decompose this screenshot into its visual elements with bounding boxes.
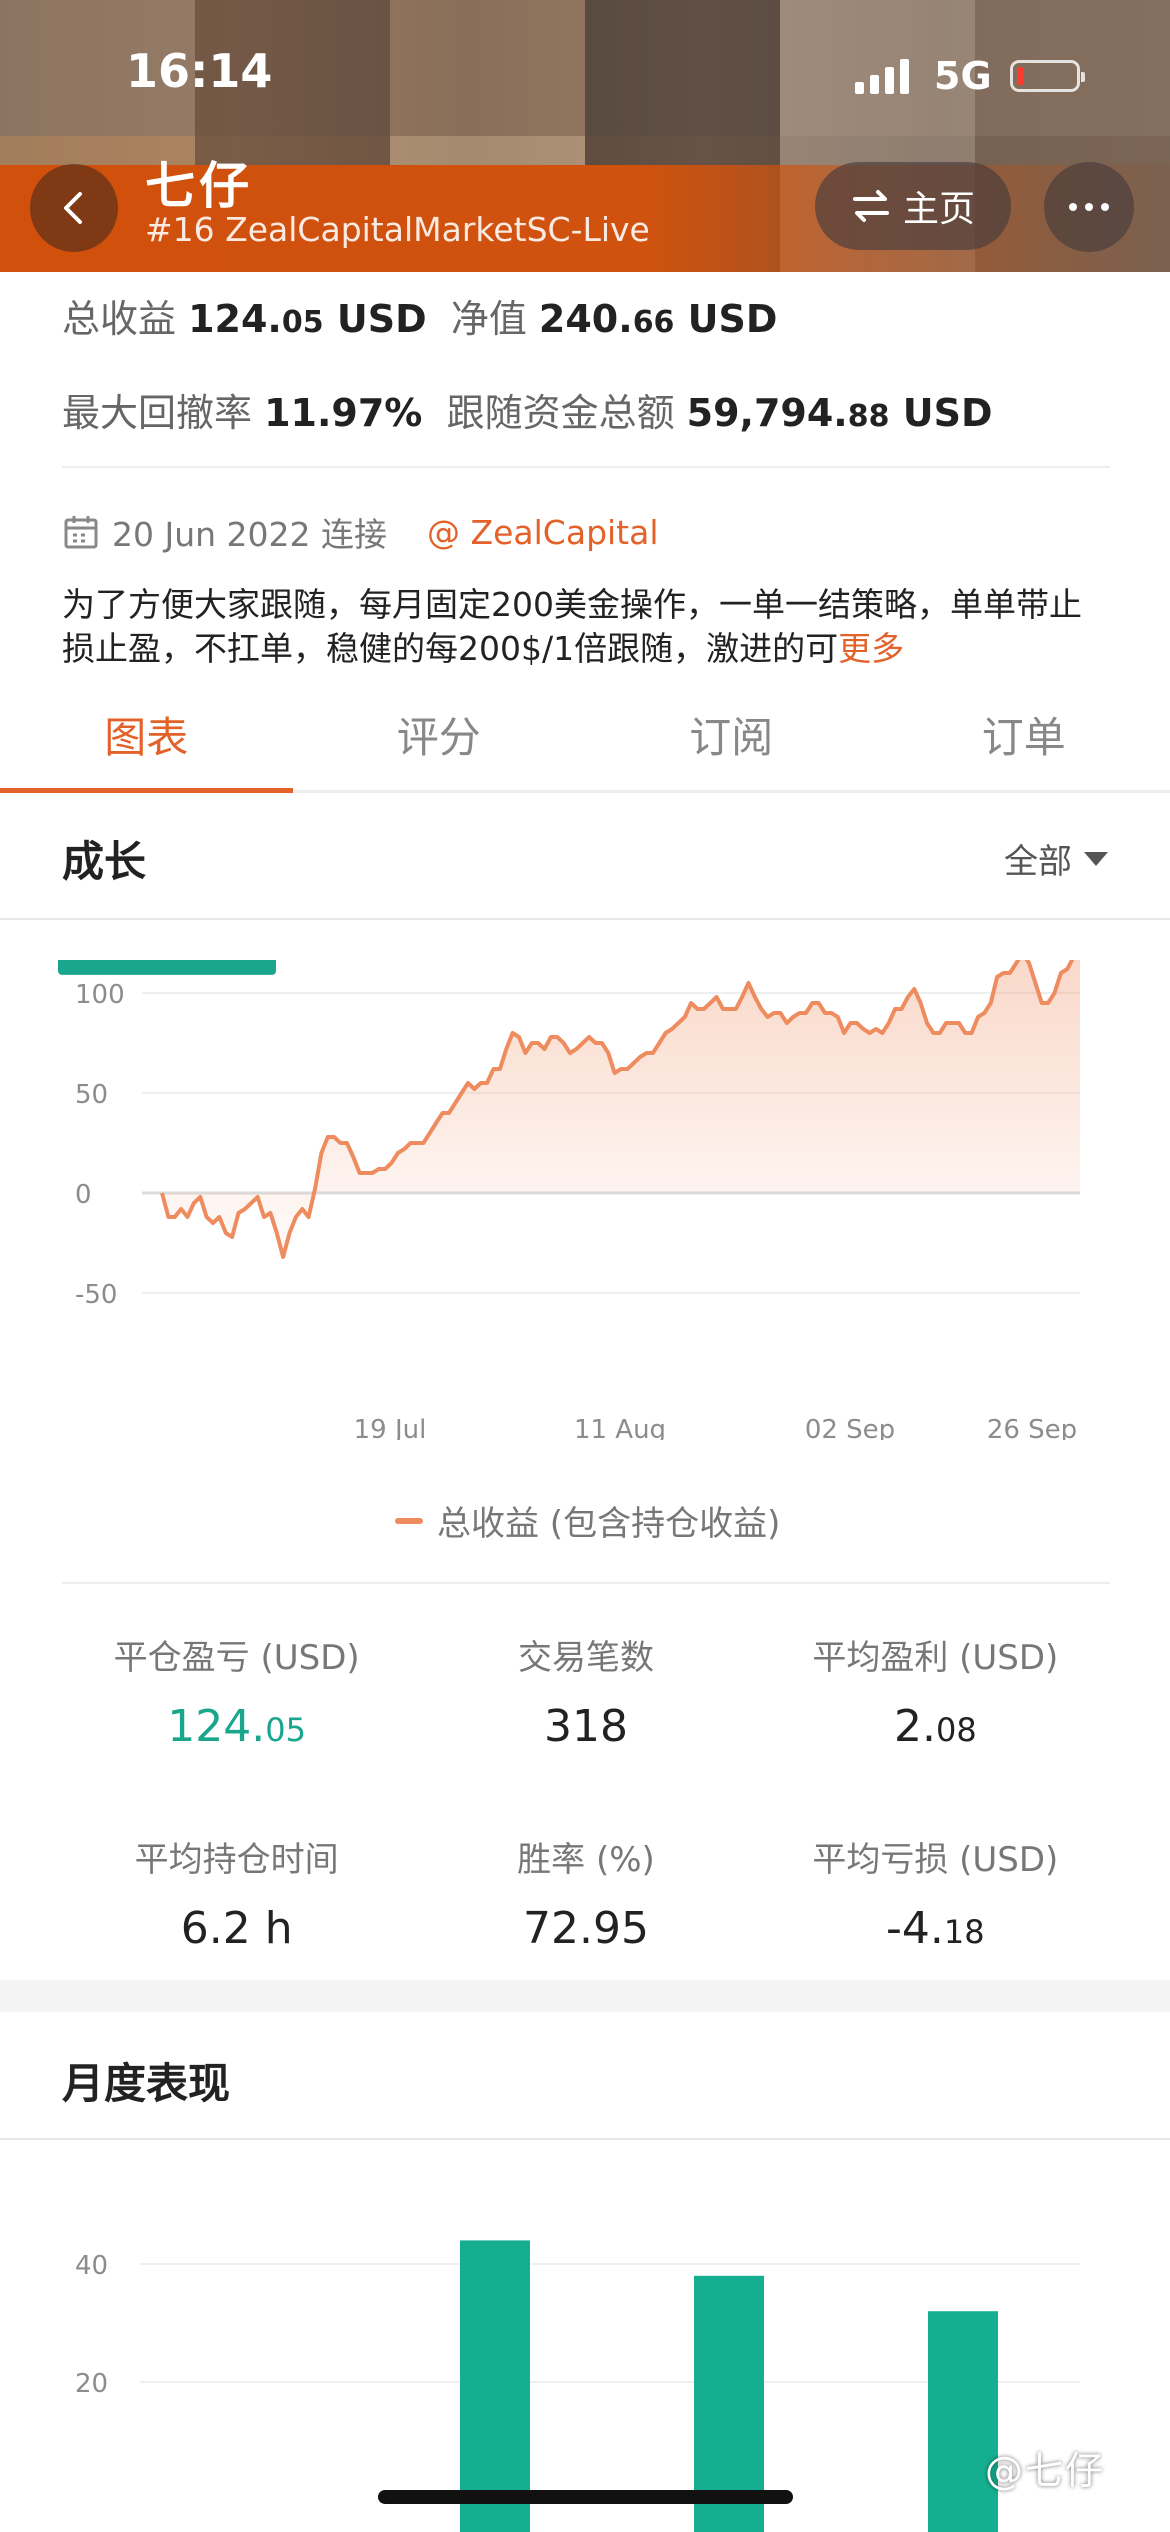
account-id: #16 ZealCapitalMarketSC-Live <box>145 210 650 249</box>
back-button[interactable] <box>30 164 118 252</box>
y-tick-label: 0 <box>75 1180 92 1210</box>
legend-swatch <box>395 1517 423 1524</box>
tab-rating[interactable]: 评分 <box>293 690 586 790</box>
monthly-title: 月度表现 <box>62 2059 231 2108</box>
metric-value: 2.08 <box>893 1701 977 1752</box>
y-tick-label: 100 <box>75 980 125 1010</box>
growth-title: 成长 <box>62 837 147 886</box>
watermark: @七仔 <box>985 2449 1106 2493</box>
metric-value: 124.05 <box>167 1701 306 1752</box>
total-profit-value: 124. <box>188 297 282 341</box>
max-drawdown-label: 最大回撤率 <box>62 391 253 435</box>
metric-value: 6.2 h <box>180 1903 293 1954</box>
broker-link[interactable]: @ ZealCapital <box>427 513 659 552</box>
metric-item: 平仓盈亏 (USD) 124.05 <box>62 1630 411 1752</box>
tab-chart[interactable]: 图表 <box>0 690 293 793</box>
divider <box>62 466 1110 468</box>
metric-label: 平仓盈亏 (USD) <box>113 1638 360 1678</box>
drawdown-summary: 最大回撤率 11.97% 跟随资金总额 59,794.88 USD <box>62 391 993 435</box>
metric-item: 平均持仓时间 6.2 h <box>62 1832 411 1954</box>
status-time: 16:14 <box>126 44 273 98</box>
metric-item: 交易笔数 318 <box>411 1630 760 1752</box>
metric-value: -4.18 <box>886 1903 985 1954</box>
battery-icon <box>1010 60 1085 92</box>
connection-row: 20 Jun 2022 连接 @ ZealCapital <box>62 508 659 556</box>
net-value-label: 净值 <box>450 297 527 341</box>
profit-summary: 总收益 124.05 USD 净值 240.66 USD <box>62 297 778 341</box>
home-indicator[interactable] <box>378 2490 793 2504</box>
section-separator <box>0 1980 1170 2012</box>
strategy-description: 为了方便大家跟随，每月固定200美金操作，一单一结策略，单单带止损止盈，不扛单，… <box>62 583 1110 671</box>
metric-value: 72.95 <box>523 1903 649 1954</box>
legend-label: 总收益 (包含持仓收益) <box>437 1504 781 1544</box>
metric-label: 平均亏损 (USD) <box>812 1840 1059 1880</box>
x-tick-label: 19 Jul <box>354 1415 427 1440</box>
follow-funds-value: 59,794. <box>686 391 848 435</box>
metric-label: 交易笔数 <box>517 1638 654 1678</box>
metric-label: 胜率 (%) <box>517 1840 655 1880</box>
tab-subscribe[interactable]: 订阅 <box>585 690 878 790</box>
calendar-icon <box>64 516 98 549</box>
caret-down-icon <box>1084 851 1108 866</box>
growth-metrics: 平仓盈亏 (USD) 124.05 交易笔数 318 平均盈利 (USD) 2.08 平均持… <box>62 1630 1110 1954</box>
monthly-bar <box>928 2311 998 2532</box>
y-tick-label: 50 <box>75 1080 108 1110</box>
tab-bar: 图表 评分 订阅 订单 <box>0 690 1170 793</box>
total-profit-label: 总收益 <box>62 297 177 341</box>
x-tick-label: 11 Aug <box>574 1415 666 1440</box>
description-text: 为了方便大家跟随，每月固定200美金操作，一单一结策略，单单带止损止盈，不扛单，… <box>62 585 1082 668</box>
metric-label: 平均盈利 (USD) <box>812 1638 1059 1678</box>
y-tick-label: -50 <box>75 1280 117 1310</box>
follow-funds-label: 跟随资金总额 <box>446 391 675 435</box>
growth-chart: 150100500-50124.05 USD19 Jul11 Aug02 Sep… <box>58 960 1080 1440</box>
tab-orders[interactable]: 订单 <box>878 690 1170 790</box>
range-dropdown-label: 全部 <box>1004 842 1072 882</box>
y-tick-label: 20 <box>75 2369 108 2399</box>
monthly-bar <box>460 2240 530 2532</box>
current-value-label: 124.05 USD <box>68 960 265 964</box>
chevron-left-icon <box>64 192 82 224</box>
connection-date: 20 Jun 2022 连接 <box>112 515 388 554</box>
y-tick-label: 40 <box>75 2251 108 2281</box>
max-drawdown-value: 11.97% <box>264 391 423 435</box>
metric-value: 318 <box>544 1701 628 1752</box>
more-options-button[interactable] <box>1044 162 1134 252</box>
metric-item: 平均盈利 (USD) 2.08 <box>761 1630 1110 1752</box>
swap-icon <box>852 190 889 222</box>
net-value-value: 240. <box>538 297 633 341</box>
divider <box>0 2138 1170 2140</box>
metric-item: 平均亏损 (USD) -4.18 <box>761 1832 1110 1954</box>
signal-icon <box>855 58 909 94</box>
network-type: 5G <box>934 54 992 98</box>
home-button[interactable]: 主页 <box>815 162 1011 250</box>
y-tick-label: 60 <box>75 2160 108 2163</box>
trader-name: 七仔 <box>145 157 253 215</box>
divider <box>0 918 1170 920</box>
metric-label: 平均持仓时间 <box>134 1840 339 1880</box>
divider <box>62 1582 1110 1584</box>
range-dropdown[interactable]: 全部 <box>1004 834 1108 883</box>
profile-header: 16:14 5G 七仔 #16 ZealCapitalMarketSC-Live… <box>0 0 1170 272</box>
x-tick-label: 02 Sep <box>805 1415 895 1440</box>
more-link[interactable]: 更多 <box>838 629 904 668</box>
home-button-label: 主页 <box>902 189 975 230</box>
x-tick-label: 26 Sep <box>987 1415 1077 1440</box>
metric-item: 胜率 (%) 72.95 <box>411 1832 760 1954</box>
chart-legend: 总收益 (包含持仓收益) <box>395 1496 780 1545</box>
